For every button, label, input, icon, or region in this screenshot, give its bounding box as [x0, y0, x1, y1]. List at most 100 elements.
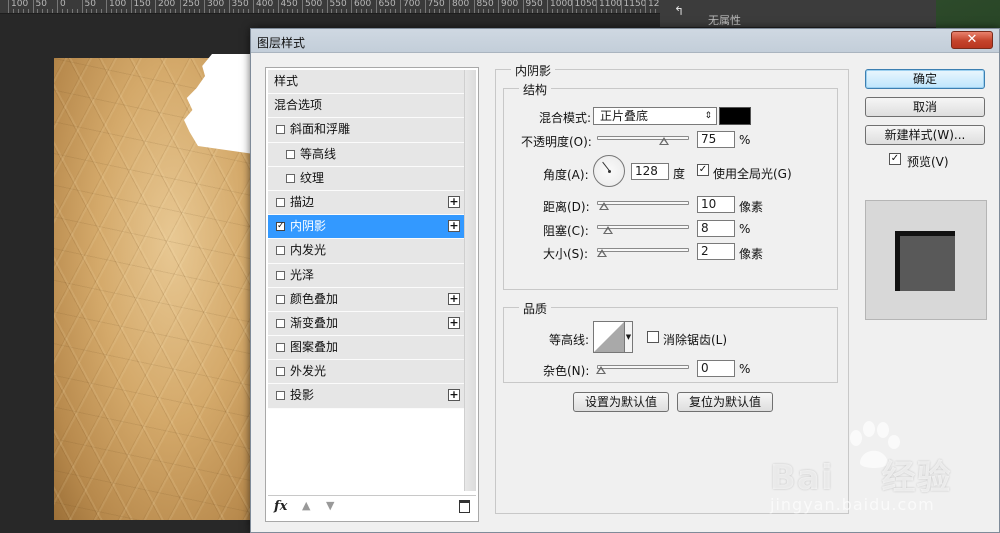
ruler-minor-tick [76, 9, 78, 13]
blend-mode-select[interactable]: 正片叠底 ⇕ [593, 107, 717, 125]
style-effect-item[interactable]: 等高线 [268, 142, 464, 167]
choke-slider-thumb[interactable] [602, 226, 613, 234]
ruler-minor-tick [316, 9, 318, 13]
add-effect-icon[interactable]: + [448, 220, 460, 233]
effect-label: 斜面和浮雕 [290, 122, 351, 137]
effect-checkbox[interactable] [276, 343, 285, 353]
effect-checkbox[interactable] [276, 197, 285, 207]
ruler-minor-tick [91, 9, 93, 13]
adjustment-icon[interactable]: ↰ [674, 4, 684, 18]
effect-checkbox[interactable]: ✓ [276, 222, 285, 232]
trash-icon[interactable] [459, 500, 470, 513]
styles-list-scrollbar[interactable] [464, 70, 476, 491]
angle-dial[interactable] [593, 155, 625, 187]
ruler-minor-tick [223, 9, 225, 13]
size-slider[interactable] [596, 245, 689, 257]
blend-options-item[interactable]: 混合选项 [268, 94, 464, 119]
style-effect-item[interactable]: 颜色叠加 + [268, 287, 464, 312]
make-default-button[interactable]: 设置为默认值 [573, 392, 669, 412]
ruler-minor-tick [238, 9, 240, 13]
ruler-minor-tick [502, 9, 504, 13]
dialog-titlebar[interactable]: 图层样式 ✕ [251, 29, 999, 53]
style-effect-item[interactable]: 投影 + [268, 384, 464, 409]
ruler-tick-label: 50 [81, 0, 96, 13]
distance-input[interactable]: 10 [697, 196, 735, 213]
watermark-url: jingyan.baidu.com [770, 495, 935, 514]
effect-checkbox[interactable] [276, 367, 285, 377]
distance-slider[interactable] [597, 198, 689, 210]
ruler-minor-tick [463, 9, 465, 13]
effect-checkbox[interactable] [276, 246, 285, 256]
size-input[interactable]: 2 [697, 243, 735, 260]
style-effect-item[interactable]: 斜面和浮雕 [268, 118, 464, 143]
noise-input[interactable]: 0 [697, 360, 735, 377]
style-effect-item[interactable]: 渐变叠加 + [268, 311, 464, 337]
opacity-input[interactable]: 75 [697, 131, 735, 148]
style-effect-item[interactable]: 内发光 [268, 239, 464, 264]
angle-input[interactable]: 128 [631, 163, 669, 180]
ruler-minor-tick [551, 9, 553, 13]
size-slider-thumb[interactable] [596, 249, 607, 257]
effect-checkbox[interactable] [286, 173, 295, 183]
effect-checkbox[interactable] [276, 318, 285, 328]
preview-checkbox[interactable]: ✓ [889, 153, 901, 165]
opacity-slider-thumb[interactable] [659, 137, 669, 145]
fx-icon[interactable]: fx [274, 499, 287, 514]
style-effect-item[interactable]: 纹理 [268, 166, 464, 191]
ruler-minor-tick [96, 9, 98, 13]
ok-button[interactable]: 确定 [865, 69, 985, 89]
style-effect-item[interactable]: 描边 + [268, 190, 464, 216]
ruler-minor-tick [150, 9, 152, 13]
contour-picker[interactable] [593, 321, 625, 353]
ruler-minor-tick [429, 9, 431, 13]
style-effect-item[interactable]: 外发光 [268, 360, 464, 385]
ruler-minor-tick [243, 9, 245, 13]
ruler-minor-tick [110, 9, 112, 13]
noise-slider[interactable] [596, 362, 689, 374]
ruler-minor-tick [71, 9, 73, 13]
ruler-minor-tick [581, 9, 583, 13]
choke-slider[interactable] [597, 222, 689, 234]
ruler-minor-tick [483, 9, 485, 13]
styles-header[interactable]: 样式 [268, 70, 464, 95]
ruler-minor-tick [311, 9, 313, 13]
chevron-updown-icon: ⇕ [704, 111, 712, 121]
ruler-minor-tick [164, 9, 166, 13]
close-button[interactable]: ✕ [951, 31, 993, 49]
ruler-minor-tick [390, 9, 392, 13]
blend-mode-value: 正片叠底 [600, 109, 649, 123]
noise-slider-thumb[interactable] [596, 366, 606, 374]
angle-label: 角度(A): [543, 168, 589, 182]
ruler-minor-tick [257, 9, 259, 13]
effect-checkbox[interactable] [286, 149, 295, 159]
effect-checkbox[interactable] [276, 270, 285, 280]
global-light-checkbox[interactable]: ✓ [697, 164, 709, 176]
effect-checkbox[interactable] [276, 391, 285, 401]
effect-checkbox[interactable] [276, 125, 285, 135]
effect-label: 等高线 [300, 146, 337, 161]
add-effect-icon[interactable]: + [448, 389, 460, 402]
style-effect-item[interactable]: 图案叠加 [268, 336, 464, 361]
opacity-slider[interactable] [597, 133, 689, 145]
add-effect-icon[interactable]: + [448, 292, 460, 305]
style-effect-item[interactable]: ✓ 内阴影 + [268, 215, 464, 240]
ruler-minor-tick [292, 9, 294, 13]
contour-dropdown[interactable]: ▼ [625, 321, 633, 353]
style-effect-item[interactable]: 光泽 [268, 263, 464, 288]
reset-default-button[interactable]: 复位为默认值 [677, 392, 773, 412]
distance-slider-thumb[interactable] [599, 202, 610, 210]
effect-checkbox[interactable] [276, 294, 285, 304]
antialias-checkbox[interactable] [647, 331, 659, 343]
add-effect-icon[interactable]: + [448, 316, 460, 329]
cancel-button[interactable]: 取消 [865, 97, 985, 117]
choke-input[interactable]: 8 [697, 220, 735, 237]
ruler-minor-tick [22, 9, 24, 13]
move-up-arrow-icon[interactable]: ▲ [302, 500, 312, 511]
shadow-color-swatch[interactable] [719, 107, 751, 125]
ruler-minor-tick [561, 9, 563, 13]
new-style-button[interactable]: 新建样式(W)... [865, 125, 985, 145]
ruler-minor-tick [360, 9, 362, 13]
ruler-minor-tick [287, 9, 289, 13]
add-effect-icon[interactable]: + [448, 195, 460, 208]
move-down-arrow-icon[interactable]: ▼ [326, 500, 336, 511]
